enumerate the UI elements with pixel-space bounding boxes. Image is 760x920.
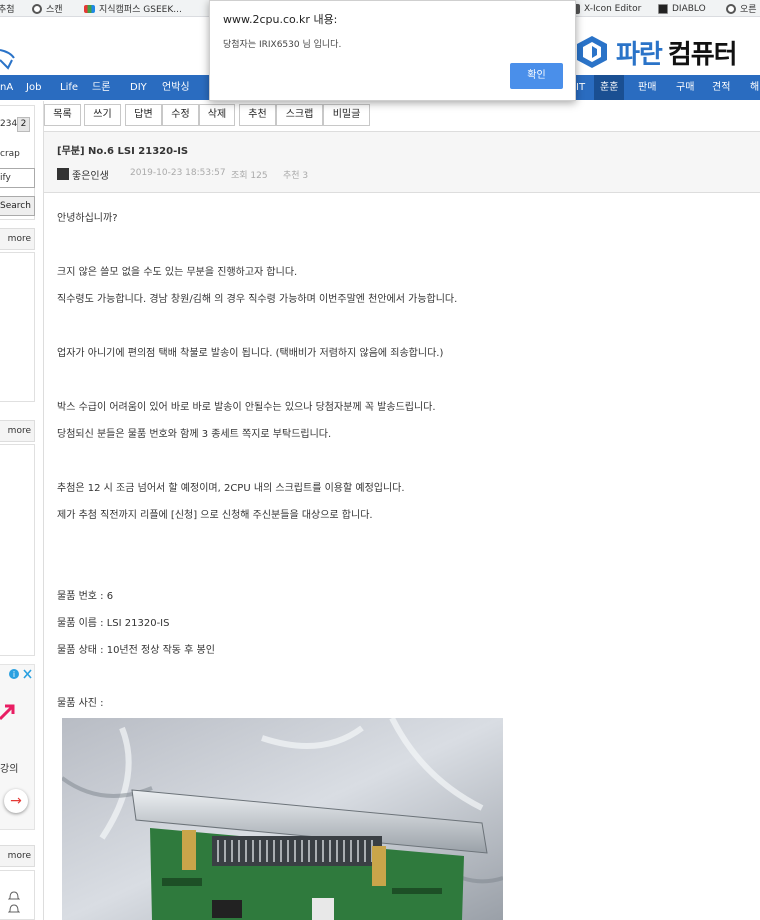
- more-link-3[interactable]: more: [0, 845, 35, 867]
- brand-text-1: 파란: [616, 39, 663, 70]
- pager-prev[interactable]: 234: [0, 119, 17, 129]
- edit-button[interactable]: 수정: [162, 104, 199, 126]
- scrap-button[interactable]: 스크랩: [276, 104, 323, 126]
- nav-item-unboxing[interactable]: 언박싱: [162, 75, 190, 100]
- notify-label: ify: [0, 173, 11, 183]
- post-likes: 추천 3: [283, 171, 309, 181]
- post-line: 직수령도 가능합니다. 경남 창원/김해 의 경우 직수령 가능하며 이번주말엔…: [57, 294, 458, 305]
- bookmark-label: 스캔: [46, 5, 63, 15]
- post-header: [44, 131, 760, 193]
- post-line: 물품 사진 :: [57, 698, 104, 709]
- pager-current[interactable]: 2: [17, 117, 30, 132]
- post-views: 조회 125: [231, 171, 268, 181]
- post-line: 제가 추첨 직전까지 리플에 [신청] 으로 신청해 주신분들을 대상으로 합니…: [57, 510, 373, 521]
- author-avatar-icon[interactable]: [57, 168, 69, 180]
- write-button[interactable]: 쓰기: [84, 104, 121, 126]
- post-line: 박스 수급이 어려움이 있어 바로 바로 발송이 안될수는 있으나 당첨자분께 …: [57, 402, 436, 413]
- recommend-button[interactable]: 추천: [239, 104, 276, 126]
- globe-icon: [726, 3, 736, 14]
- nav-item-estimate[interactable]: 견적: [712, 75, 730, 100]
- gseek-icon: [84, 4, 95, 13]
- bookmark-label: 추첨: [0, 5, 15, 15]
- post-title: [무분] No.6 LSI 21320-IS: [57, 146, 189, 157]
- svg-text:i: i: [13, 670, 15, 679]
- post-line: 안녕하십니까?: [57, 213, 118, 224]
- post-date: 2019-10-23 18:53:57: [130, 168, 226, 178]
- site-logo-partial[interactable]: [0, 46, 16, 72]
- search-button[interactable]: Search: [0, 196, 35, 216]
- globe-icon: [32, 3, 42, 14]
- nav-item-diy[interactable]: DIY: [130, 75, 147, 100]
- bookmark-x-icon-editor[interactable]: X-Icon Editor: [570, 2, 641, 15]
- nav-item-overflow[interactable]: 해: [750, 75, 759, 100]
- reply-button[interactable]: 답변: [125, 104, 162, 126]
- bookmark-label: 지식캠퍼스 GSEEK...: [99, 5, 182, 15]
- delete-button[interactable]: 삭제: [199, 104, 235, 126]
- sidebar-panel-2: [0, 444, 35, 656]
- nav-item-it[interactable]: IT: [576, 75, 585, 100]
- nav-item-life[interactable]: Life: [60, 75, 78, 100]
- ad-text: 강의: [0, 764, 19, 775]
- nav-item-drone[interactable]: 드론: [92, 75, 110, 100]
- nav-item-sell[interactable]: 판매: [638, 75, 656, 100]
- post-line: 물품 상태 : 10년전 정상 작동 후 봉인: [57, 645, 215, 656]
- notify-field[interactable]: ify: [0, 168, 35, 188]
- bookmark-scan[interactable]: 스캔: [32, 2, 63, 15]
- sidebar-ad[interactable]: i 강의 →: [0, 664, 35, 830]
- nav-item-job[interactable]: Job: [26, 75, 41, 100]
- dialog-message: 당첨자는 IRIX6530 님 입니다.: [223, 40, 342, 50]
- sidebar-panel-1: [0, 252, 35, 402]
- ad-choices-icon[interactable]: i: [8, 668, 34, 680]
- brand-cube-icon: [577, 36, 607, 68]
- bookmark-label: X-Icon Editor: [584, 3, 642, 14]
- bookmark-label: 오른: [740, 5, 757, 15]
- post-line: 추첨은 12 시 조금 넘어서 할 예정이며, 2CPU 내의 스크립트를 이용…: [57, 483, 405, 494]
- bell-icon: [8, 891, 20, 913]
- chevron-right-icon: →: [10, 793, 22, 809]
- ad-arrow-graphic-icon: [0, 704, 15, 721]
- bookmark-other[interactable]: 오른: [726, 2, 757, 15]
- sidebar-panel-3: [0, 870, 35, 920]
- nav-item-warm[interactable]: 훈훈: [594, 75, 625, 100]
- scrap-link[interactable]: crap: [0, 149, 20, 159]
- bookmark-diablo[interactable]: DIABLO: [658, 2, 706, 15]
- nav-item-buy[interactable]: 구매: [676, 75, 694, 100]
- product-photo[interactable]: [62, 718, 503, 920]
- brand-text-2: 컴퓨터: [667, 39, 738, 70]
- bookmark-draw[interactable]: 추첨: [0, 2, 15, 15]
- post-author[interactable]: 좋은인생: [72, 167, 109, 182]
- dialog-title: www.2cpu.co.kr 내용:: [223, 13, 338, 26]
- ok-button[interactable]: 확인: [510, 63, 563, 89]
- nav-item-na[interactable]: nA: [0, 75, 13, 100]
- more-link-2[interactable]: more: [0, 420, 35, 442]
- diablo-icon: [658, 3, 668, 14]
- list-button[interactable]: 목록: [44, 104, 81, 126]
- post-line: 크지 않은 쓸모 없을 수도 있는 무분을 진행하고자 합니다.: [57, 267, 298, 278]
- post-line: 물품 이름 : LSI 21320-IS: [57, 618, 170, 629]
- post-line: 업자가 아니기에 편의점 택배 착불로 발송이 됩니다. (택배비가 저렴하지 …: [57, 348, 444, 359]
- alert-dialog: www.2cpu.co.kr 내용: 당첨자는 IRIX6530 님 입니다. …: [209, 0, 576, 101]
- brand-logo[interactable]: 파란 컴퓨터: [574, 32, 738, 72]
- post-line: 물품 번호 : 6: [57, 591, 114, 602]
- secret-button[interactable]: 비밀글: [323, 104, 370, 126]
- bookmark-gseek[interactable]: 지식캠퍼스 GSEEK...: [84, 2, 182, 15]
- post-line: 당첨되신 분들은 물품 번호와 함께 3 종세트 쪽지로 부탁드립니다.: [57, 429, 332, 440]
- ad-next-button[interactable]: →: [4, 789, 28, 813]
- bookmark-label: DIABLO: [672, 3, 706, 14]
- more-link-1[interactable]: more: [0, 228, 35, 250]
